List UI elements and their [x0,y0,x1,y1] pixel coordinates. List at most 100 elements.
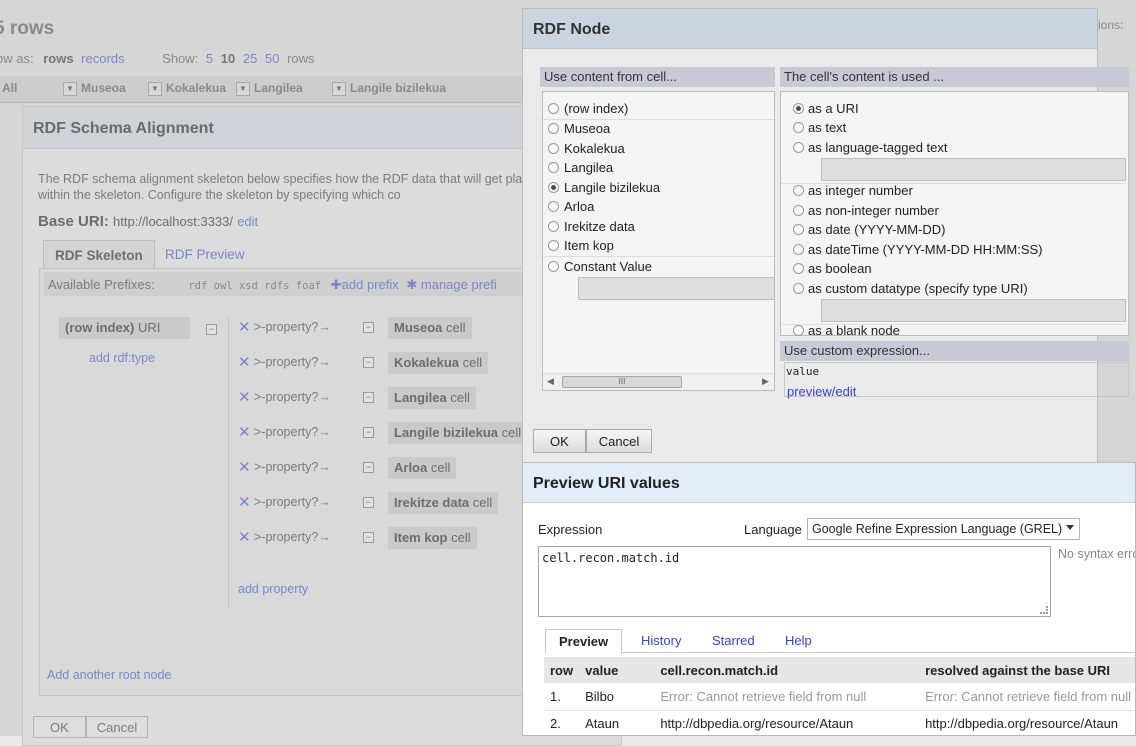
radio-icon[interactable] [548,103,559,114]
datatype-uri-input[interactable] [821,299,1126,322]
collapse-node-icon[interactable]: − [363,392,374,403]
property-value-node[interactable]: Item kop cell [388,527,477,549]
base-uri-edit-link[interactable]: edit [237,214,258,229]
cell-option-museoa[interactable]: Museoa [543,120,774,139]
column-langilea[interactable]: ▼ Langilea [236,81,303,96]
cell-option-arloa[interactable]: Arloa [543,198,774,217]
remove-property-icon[interactable]: ✕ [238,423,251,441]
collapse-node-icon[interactable]: − [363,322,374,333]
collapse-node-icon[interactable]: − [363,462,374,473]
radio-icon[interactable] [793,185,804,196]
radio-icon[interactable] [548,240,559,251]
use-as-language-tagged-text[interactable]: as language-tagged text [781,139,1126,158]
scroll-left-icon[interactable]: ◀ [547,376,554,387]
property-value-node[interactable]: Arloa cell [388,457,457,479]
radio-icon[interactable] [548,162,559,173]
add-property-link[interactable]: add property [238,582,308,596]
collapse-node-icon[interactable]: − [363,532,374,543]
language-select[interactable]: Google Refine Expression Language (GREL) [807,518,1080,540]
language-input[interactable] [821,158,1126,181]
node-ok-button[interactable]: OK [533,429,586,453]
cell-option-row-index[interactable]: (row index) [543,100,774,119]
schema-ok-button[interactable]: OK [33,716,86,738]
tab-starred[interactable]: Starred [699,629,768,653]
manage-prefixes-link[interactable]: ✱ manage prefi [406,277,496,292]
property-placeholder[interactable]: >-property?→ [254,390,331,404]
use-as-integer[interactable]: as integer number [781,182,1126,201]
schema-cancel-button[interactable]: Cancel [85,716,149,738]
property-placeholder[interactable]: >-property?→ [254,460,331,474]
radio-icon[interactable] [793,205,804,216]
remove-property-icon[interactable]: ✕ [238,458,251,476]
use-as-non-integer[interactable]: as non-integer number [781,202,1126,221]
radio-icon[interactable] [548,221,559,232]
cell-option-irekitze-data[interactable]: Irekitze data [543,218,774,237]
collapse-node-icon[interactable]: − [363,357,374,368]
remove-property-icon[interactable]: ✕ [238,528,251,546]
property-placeholder[interactable]: >-property?→ [254,495,331,509]
radio-selected-icon[interactable] [548,182,559,193]
column-menu-icon[interactable]: ▼ [332,81,346,96]
column-all[interactable]: All [2,81,17,95]
cell-option-langilea[interactable]: Langilea [543,159,774,178]
expression-textarea[interactable]: cell.recon.match.id [538,546,1051,617]
radio-icon[interactable] [793,142,804,153]
property-placeholder[interactable]: >-property?→ [254,425,331,439]
radio-icon[interactable] [548,201,559,212]
collapse-root-icon[interactable]: − [206,324,217,335]
column-menu-icon[interactable]: ▼ [236,81,250,96]
remove-property-icon[interactable]: ✕ [238,353,251,371]
tab-help[interactable]: Help [772,629,825,653]
use-as-date[interactable]: as date (YYYY-MM-DD) [781,221,1126,240]
use-as-uri[interactable]: as a URI [781,100,1126,119]
tab-preview[interactable]: Preview [545,629,623,654]
show-option-50[interactable]: 50 [265,51,279,66]
collapse-node-icon[interactable]: − [363,497,374,508]
show-option-10[interactable]: 10 [221,51,235,66]
property-value-node[interactable]: Museoa cell [388,317,472,339]
show-as-records[interactable]: records [81,51,124,66]
radio-icon[interactable] [793,283,804,294]
root-node[interactable]: (row index) URI [59,317,190,339]
show-option-5[interactable]: 5 [206,51,213,66]
radio-icon[interactable] [548,143,559,154]
scroll-right-icon[interactable]: ▶ [762,376,769,387]
radio-icon[interactable] [548,261,559,272]
use-as-custom-datatype[interactable]: as custom datatype (specify type URI) [781,280,1126,299]
cell-option-item-kop[interactable]: Item kop [543,237,774,256]
preview-edit-link[interactable]: preview/edit [787,384,856,399]
radio-icon[interactable] [793,122,804,133]
column-langile-bizilekua[interactable]: ▼ Langile bizilekua [332,81,446,96]
constant-value-input[interactable] [578,277,775,300]
use-as-blank-node[interactable]: as a blank node [781,322,1126,341]
show-as-rows[interactable]: rows [43,51,73,66]
tab-rdf-preview[interactable]: RDF Preview [154,240,256,269]
radio-icon[interactable] [548,123,559,134]
show-option-25[interactable]: 25 [243,51,257,66]
remove-property-icon[interactable]: ✕ [238,493,251,511]
node-cancel-button[interactable]: Cancel [585,429,653,453]
radio-icon[interactable] [793,224,804,235]
column-menu-icon[interactable]: ▼ [148,81,162,96]
add-root-node-link[interactable]: Add another root node [47,668,171,682]
column-kokalekua[interactable]: ▼ Kokalekua [148,81,226,96]
use-as-text[interactable]: as text [781,119,1126,138]
radio-selected-icon[interactable] [793,103,804,114]
horizontal-scrollbar[interactable]: ◀ III ▶ [543,373,774,390]
resize-grip-icon[interactable] [1040,606,1048,614]
cell-option-kokalekua[interactable]: Kokalekua [543,140,774,159]
column-museoa[interactable]: ▼ Museoa [63,81,126,96]
add-rdf-type-link[interactable]: add rdf:type [89,351,155,365]
use-as-boolean[interactable]: as boolean [781,260,1126,279]
radio-icon[interactable] [793,263,804,274]
property-value-node[interactable]: Langile bizilekua cell [388,422,528,444]
radio-icon[interactable] [793,325,804,336]
cell-option-constant-value[interactable]: Constant Value [543,258,774,277]
remove-property-icon[interactable]: ✕ [238,388,251,406]
remove-property-icon[interactable]: ✕ [238,318,251,336]
collapse-node-icon[interactable]: − [363,427,374,438]
tab-history[interactable]: History [628,629,694,653]
radio-icon[interactable] [793,244,804,255]
property-placeholder[interactable]: >-property?→ [254,320,331,334]
cell-option-langile-bizilekua[interactable]: Langile bizilekua [543,179,774,198]
